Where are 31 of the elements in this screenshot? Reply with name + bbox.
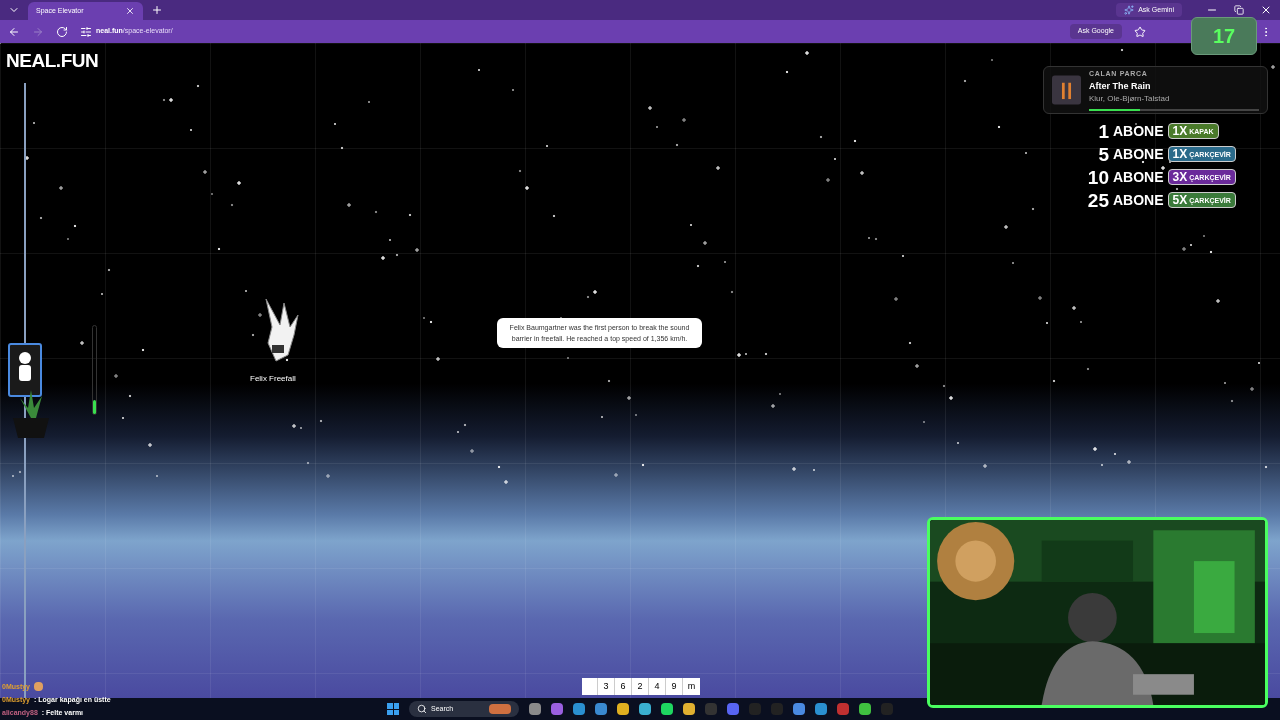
- site-info-icon[interactable]: [80, 25, 92, 38]
- figure-label: Felix Freefall: [250, 373, 296, 385]
- sparkle-icon: [1124, 5, 1135, 15]
- reward-label: ABONE: [1113, 170, 1164, 184]
- new-tab-icon[interactable]: [151, 4, 163, 16]
- altitude-digit: 6: [615, 678, 632, 695]
- close-icon[interactable]: [1260, 4, 1272, 16]
- altitude-digit: 3: [598, 678, 615, 695]
- reward-label: ABONE: [1113, 193, 1164, 207]
- start-icon[interactable]: [387, 703, 399, 715]
- altitude-unit: m: [686, 679, 697, 693]
- reward-count: 25: [1086, 190, 1109, 210]
- reward-count: 10: [1086, 167, 1109, 187]
- altitude-digit: 9: [666, 678, 683, 695]
- reward-count: 5: [1097, 144, 1109, 164]
- site-logo[interactable]: NEAL.FUN: [6, 47, 99, 76]
- back-icon[interactable]: [8, 25, 20, 38]
- search-icon: [417, 704, 427, 714]
- reward-label: ABONE: [1113, 147, 1164, 161]
- reload-icon[interactable]: [56, 25, 68, 38]
- elevator-cabin-drawing: [8, 343, 42, 397]
- reward-count: 1: [1097, 121, 1109, 141]
- track-artist: Klur, Ole-Bjørn-Talstad: [1089, 93, 1171, 105]
- close-tab-icon[interactable]: [125, 6, 135, 16]
- altitude-digit: 2: [632, 678, 649, 695]
- bookmark-star-icon[interactable]: [1134, 25, 1146, 38]
- track-title: After The Rain: [1089, 79, 1152, 93]
- timer-badge: 17: [1191, 17, 1257, 55]
- restore-icon[interactable]: [1234, 5, 1244, 15]
- reward-label: ABONE: [1113, 124, 1164, 138]
- altitude-digit: 4: [649, 678, 666, 695]
